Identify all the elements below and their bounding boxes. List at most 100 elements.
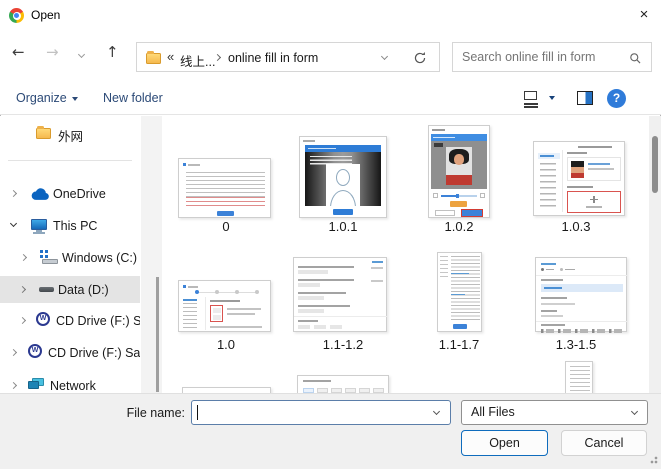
file-label[interactable]: 1.1-1.2 — [285, 337, 401, 352]
file-type-dropdown-chevron-icon[interactable] — [631, 408, 638, 415]
chevron-right-icon[interactable] — [10, 190, 17, 197]
folder-icon — [146, 53, 161, 64]
mock-white-button — [435, 210, 455, 216]
views-button[interactable] — [523, 90, 541, 108]
mock-q1 — [298, 266, 354, 268]
file-label[interactable]: 1.0 — [168, 337, 284, 352]
sidebar-item-cd-drive-child[interactable]: W CD Drive (F:) S — [0, 308, 140, 334]
sidebar-item-data-d[interactable]: Data (D:) — [0, 276, 140, 303]
breadcrumb-parent[interactable]: 线上... — [180, 51, 215, 70]
up-button[interactable]: ↑ — [106, 43, 119, 61]
chevron-right-icon[interactable] — [19, 286, 26, 293]
cd-disc-icon: W — [36, 312, 50, 326]
close-button[interactable]: × — [630, 4, 658, 26]
forward-button[interactable]: → — [46, 43, 59, 61]
toolbar: Organize New folder ? — [0, 84, 661, 115]
help-button[interactable]: ? — [607, 89, 626, 108]
mock-blue-title — [541, 263, 556, 265]
sidebar-item-windows-c[interactable]: Windows (C:) — [0, 245, 140, 271]
resize-grip[interactable] — [648, 454, 658, 464]
preview-pane-button[interactable] — [577, 91, 593, 105]
sidebar-item-label: CD Drive (F:) Saf — [48, 346, 140, 360]
views-caret-icon[interactable] — [549, 96, 555, 100]
file-name-input[interactable] — [197, 403, 417, 421]
mock-red-shirt — [446, 175, 472, 185]
windows-drive-icon — [40, 250, 58, 265]
file-thumbnail-partial-3[interactable] — [565, 361, 593, 393]
file-thumbnail-1-0-3[interactable] — [533, 141, 625, 216]
views-icon-line2 — [524, 106, 538, 108]
file-label[interactable]: 1.0.2 — [401, 219, 517, 234]
mock-line-b — [227, 313, 255, 315]
mock-plus-h — [590, 199, 598, 201]
network-screen-front — [28, 381, 39, 389]
mock-slider-box-right — [480, 193, 485, 198]
open-button[interactable]: Open — [461, 430, 548, 456]
back-button[interactable]: ← — [12, 43, 25, 61]
mock-mini-sidebar — [440, 256, 448, 280]
mock-a3 — [298, 296, 324, 300]
file-thumbnail-1-0-1[interactable] — [299, 136, 387, 218]
file-name-dropdown-chevron-icon[interactable] — [433, 408, 440, 415]
file-label[interactable]: 1.1-1.7 — [401, 337, 517, 352]
address-dropdown-chevron-icon[interactable] — [381, 53, 388, 60]
mock-vertical-divider — [562, 150, 563, 212]
new-folder-button[interactable]: New folder — [103, 91, 163, 105]
sidebar-item-network[interactable]: Network — [0, 373, 140, 393]
mock-highlighted-button — [461, 209, 483, 217]
mock-label-1 — [541, 279, 563, 281]
file-thumbnail-0[interactable] — [178, 158, 271, 218]
file-label[interactable]: 0 — [168, 219, 284, 234]
refresh-icon[interactable] — [413, 51, 427, 65]
mock-sidebar-lines — [183, 303, 197, 329]
recent-locations-chevron-icon[interactable] — [78, 51, 85, 58]
mock-face-shoulders — [330, 190, 356, 206]
organize-caret-icon — [72, 97, 78, 101]
chevron-right-icon[interactable] — [10, 382, 17, 389]
file-label[interactable]: 1.0.3 — [518, 219, 634, 234]
mock-blue-line — [588, 163, 610, 165]
views-icon — [524, 91, 537, 100]
file-label[interactable]: 1.0.1 — [285, 219, 401, 234]
sidebar-scrollbar-thumb[interactable] — [156, 277, 159, 392]
chevron-down-icon[interactable] — [10, 220, 17, 227]
mock-title-line — [432, 129, 445, 131]
mock-button — [217, 211, 234, 216]
mock-a2 — [298, 283, 320, 287]
mock-step-dot-4 — [255, 290, 259, 294]
chevron-right-icon[interactable] — [10, 349, 17, 356]
address-bar[interactable]: « 线上... online fill in form — [136, 42, 440, 72]
file-thumbnail-1-0[interactable] — [178, 280, 271, 332]
mock-radio-row — [541, 329, 623, 333]
file-label[interactable]: 1.3-1.5 — [518, 337, 634, 352]
sidebar-item-onedrive[interactable]: OneDrive — [0, 181, 140, 207]
sidebar-item-cd-drive[interactable]: W CD Drive (F:) Saf — [0, 340, 140, 366]
file-list-scrollbar-thumb[interactable] — [652, 136, 658, 193]
sidebar-item-label: This PC — [53, 219, 97, 233]
mock-title-line — [578, 146, 612, 148]
file-type-value: All Files — [471, 405, 515, 419]
mock-line-c — [210, 326, 262, 328]
mock-photo-area — [431, 141, 487, 189]
search-input[interactable] — [462, 48, 624, 66]
file-thumbnail-1-1-1-2[interactable] — [293, 257, 387, 332]
file-thumbnail-1-1-1-7[interactable] — [437, 252, 482, 332]
mock-face-card — [326, 164, 360, 206]
sidebar-item-this-pc[interactable]: This PC — [0, 213, 140, 239]
file-thumbnail-partial-2[interactable] — [297, 375, 389, 393]
breadcrumb-overflow[interactable]: « — [167, 49, 174, 64]
search-box[interactable] — [452, 42, 652, 72]
cancel-button[interactable]: Cancel — [561, 430, 647, 456]
chevron-right-icon[interactable] — [20, 254, 27, 261]
sidebar-item-pinned-folder[interactable]: 外网 — [0, 120, 140, 146]
mock-step-dot-3 — [235, 290, 239, 294]
chevron-right-icon[interactable] — [19, 317, 26, 324]
mock-radio-2-label — [565, 269, 575, 270]
file-list: 0 1.0.1 — [162, 116, 649, 393]
file-thumbnail-1-0-2[interactable] — [428, 125, 490, 218]
breadcrumb-current[interactable]: online fill in form — [228, 51, 318, 65]
organize-button[interactable]: Organize — [16, 91, 67, 105]
file-type-combobox[interactable]: All Files — [461, 400, 648, 425]
file-thumbnail-1-3-1-5[interactable] — [535, 257, 627, 332]
file-name-combobox[interactable] — [191, 400, 451, 425]
